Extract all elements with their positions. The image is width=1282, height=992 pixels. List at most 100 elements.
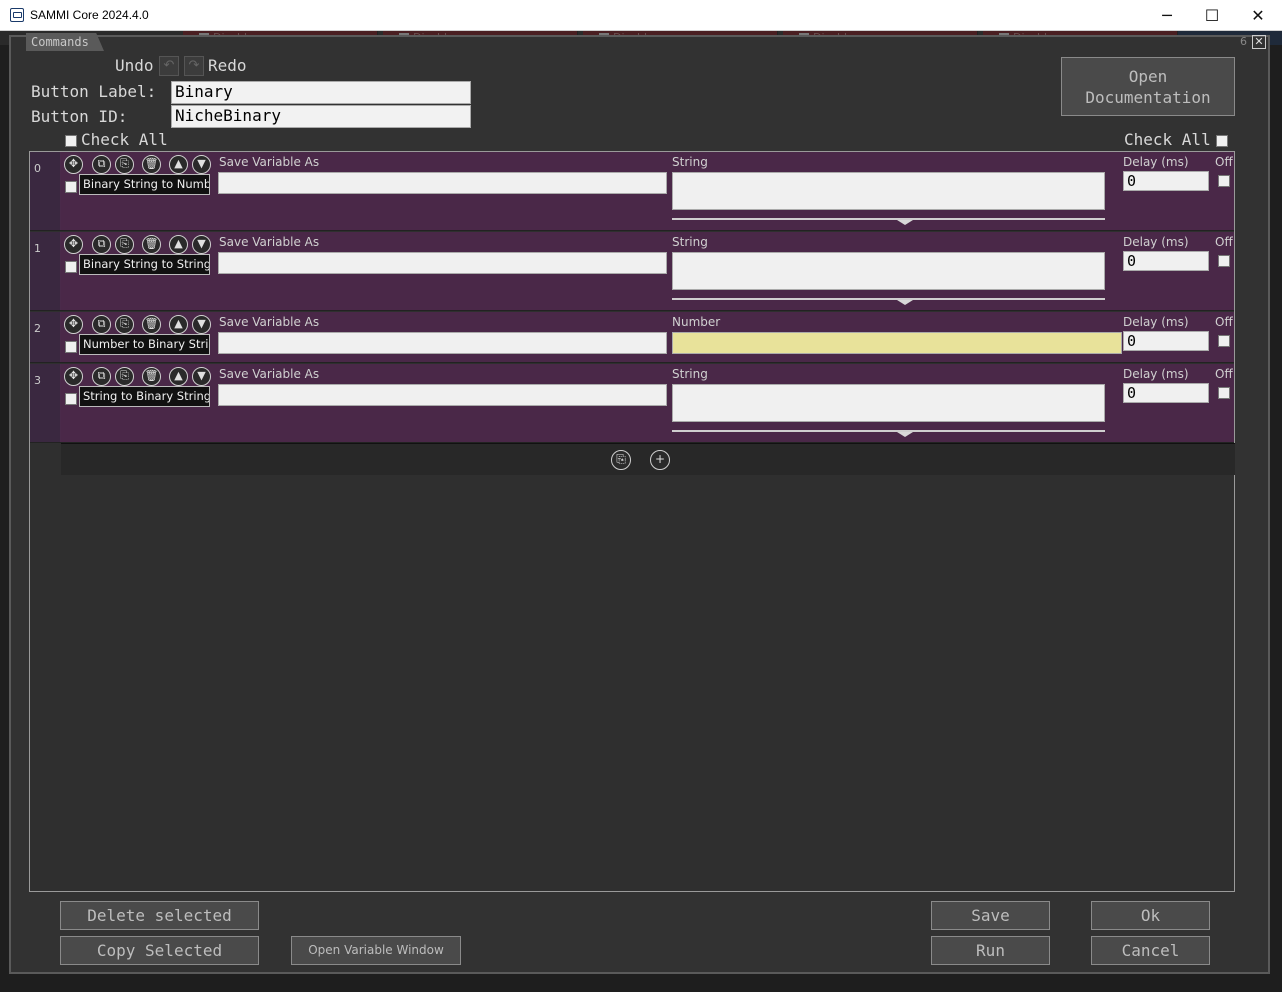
undo-label[interactable]: Undo [115,56,154,75]
trash-icon[interactable]: 🗑 [142,367,161,386]
delete-selected-button[interactable]: Delete selected [60,901,259,930]
row-select-checkbox[interactable] [65,393,77,405]
string-input[interactable] [672,384,1105,422]
delay-input[interactable]: 0 [1123,251,1209,271]
row-index: 3 [30,364,60,442]
command-row: 3 ✥ ⧉ ⎘ 🗑 ▲ ▼ String to Binary String Sa… [30,364,1234,443]
redo-icon[interactable]: ↷ [184,56,204,76]
arrow-down-icon[interactable]: ▼ [192,155,211,174]
row-body: ✥ ⧉ ⎘ 🗑 ▲ ▼ Number to Binary Stri Save V… [61,312,1234,362]
arrow-up-icon[interactable]: ▲ [169,155,188,174]
command-name-field[interactable]: Number to Binary Stri [79,334,210,355]
save-variable-input[interactable] [218,252,667,274]
command-row: 0 ✥ ⧉ ⎘ 🗑 ▲ ▼ Binary String to Numb Save… [30,152,1234,231]
off-checkbox[interactable] [1218,255,1230,267]
resize-chevron-icon[interactable] [897,300,913,305]
string-input[interactable] [672,172,1105,210]
dialog-close-button[interactable]: ✕ [1252,35,1266,49]
delay-input[interactable]: 0 [1123,383,1209,403]
redo-label[interactable]: Redo [208,56,247,75]
add-command-icon[interactable]: + [650,450,670,470]
trash-icon[interactable]: 🗑 [142,315,161,334]
minimize-button[interactable]: ─ [1144,0,1190,31]
save-variable-input[interactable] [218,172,667,194]
maximize-button[interactable]: ☐ [1189,0,1235,31]
off-label: Off [1215,315,1233,329]
button-id-input[interactable]: NicheBinary [171,105,471,128]
number-input[interactable] [672,332,1122,354]
button-label-input[interactable]: Binary [171,81,471,104]
off-checkbox[interactable] [1218,175,1230,187]
command-list: 0 ✥ ⧉ ⎘ 🗑 ▲ ▼ Binary String to Numb Save… [29,151,1235,892]
command-name-field[interactable]: Binary String to Numb [79,174,210,195]
undo-icon[interactable]: ↶ [159,56,179,76]
save-variable-label: Save Variable As [219,367,320,381]
string-input[interactable] [672,252,1105,290]
paste-icon[interactable]: ⎘ [115,367,134,386]
off-checkbox[interactable] [1218,387,1230,399]
param-label: String [672,155,708,169]
check-all-left-checkbox[interactable] [65,135,77,147]
paste-icon[interactable]: ⎘ [115,155,134,174]
arrow-down-icon[interactable]: ▼ [192,235,211,254]
row-body: ✥ ⧉ ⎘ 🗑 ▲ ▼ String to Binary String Save… [61,364,1234,442]
save-variable-input[interactable] [218,384,667,406]
arrow-up-icon[interactable]: ▲ [169,367,188,386]
open-variable-window-button[interactable]: Open Variable Window [291,936,461,965]
check-all-right-label: Check All [1124,130,1211,149]
move-icon[interactable]: ✥ [64,315,83,334]
move-icon[interactable]: ✥ [64,235,83,254]
command-row: 1 ✥ ⧉ ⎘ 🗑 ▲ ▼ Binary String to String Sa… [30,232,1234,311]
save-button[interactable]: Save [931,901,1050,930]
paste-icon[interactable]: ⎘ [115,315,134,334]
arrow-down-icon[interactable]: ▼ [192,315,211,334]
resize-bar[interactable] [672,218,1105,220]
command-name-field[interactable]: Binary String to String [79,254,210,275]
off-checkbox[interactable] [1218,335,1230,347]
param-label: Number [672,315,721,329]
move-icon[interactable]: ✥ [64,155,83,174]
paste-icon[interactable]: ⎘ [115,235,134,254]
delay-label: Delay (ms) [1123,235,1189,249]
resize-chevron-icon[interactable] [897,220,913,225]
resize-bar[interactable] [672,298,1105,300]
row-index: 2 [30,312,60,362]
copy-icon[interactable]: ⧉ [92,315,111,334]
arrow-down-icon[interactable]: ▼ [192,367,211,386]
ok-button[interactable]: Ok [1091,901,1210,930]
resize-bar[interactable] [672,430,1105,432]
window-title: SAMMI Core 2024.4.0 [30,8,149,22]
copy-selected-button[interactable]: Copy Selected [60,936,259,965]
check-all-right-checkbox[interactable] [1216,135,1228,147]
check-all-left-label: Check All [81,130,168,149]
copy-icon[interactable]: ⧉ [92,155,111,174]
delay-input[interactable]: 0 [1123,171,1209,191]
save-variable-input[interactable] [218,332,667,354]
move-icon[interactable]: ✥ [64,367,83,386]
cancel-button[interactable]: Cancel [1091,936,1210,965]
command-name-field[interactable]: String to Binary String [79,386,210,407]
app-icon [10,8,24,22]
row-index: 0 [30,152,60,230]
add-command-bar: ⎘ + [61,443,1235,475]
run-button[interactable]: Run [931,936,1050,965]
trash-icon[interactable]: 🗑 [142,235,161,254]
open-documentation-button[interactable]: Open Documentation [1061,57,1235,116]
arrow-up-icon[interactable]: ▲ [169,315,188,334]
save-variable-label: Save Variable As [219,155,320,169]
title-bar: SAMMI Core 2024.4.0 ─ ☐ ✕ [0,0,1282,31]
paste-command-icon[interactable]: ⎘ [611,450,631,470]
row-select-checkbox[interactable] [65,261,77,273]
copy-icon[interactable]: ⧉ [92,367,111,386]
param-label: String [672,235,708,249]
trash-icon[interactable]: 🗑 [142,155,161,174]
corner-number: 6 [1240,35,1247,48]
close-window-button[interactable]: ✕ [1235,0,1281,31]
copy-icon[interactable]: ⧉ [92,235,111,254]
arrow-up-icon[interactable]: ▲ [169,235,188,254]
resize-chevron-icon[interactable] [897,432,913,437]
save-variable-label: Save Variable As [219,315,320,329]
row-select-checkbox[interactable] [65,341,77,353]
row-select-checkbox[interactable] [65,181,77,193]
delay-input[interactable]: 0 [1123,331,1209,351]
